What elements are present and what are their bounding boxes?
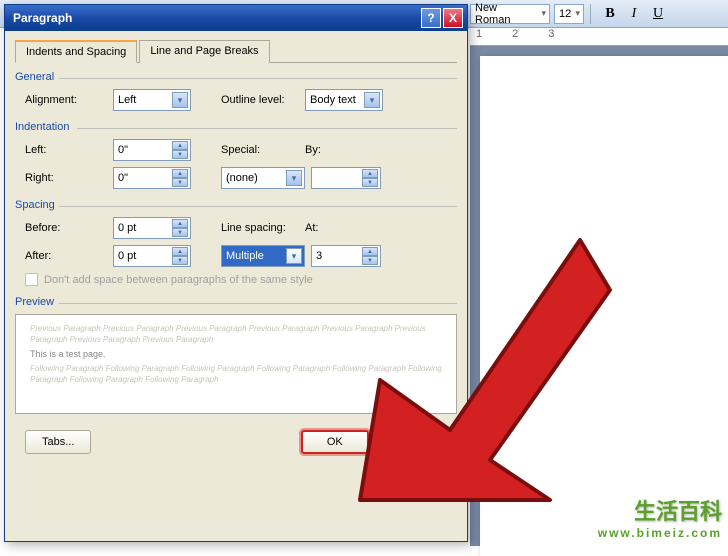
watermark-url: www.bimeiz.com (598, 526, 722, 540)
dialog-titlebar[interactable]: Paragraph ? X (5, 5, 467, 31)
italic-button[interactable]: I (624, 4, 644, 24)
spin-up-icon[interactable]: ▲ (172, 219, 188, 228)
tab-indents-spacing[interactable]: Indents and Spacing (15, 40, 137, 63)
by-spinner[interactable]: ▲▼ (311, 167, 381, 189)
indent-right-label: Right: (25, 172, 113, 184)
tabs-button[interactable]: Tabs... (25, 430, 91, 454)
special-select[interactable]: (none) (221, 167, 305, 189)
special-label: Special: (221, 144, 305, 156)
dropdown-arrow-icon (172, 92, 188, 108)
ruler-mark: 2 (512, 28, 518, 40)
after-label: After: (25, 250, 113, 262)
tab-line-page-breaks[interactable]: Line and Page Breaks (139, 40, 269, 63)
alignment-value: Left (118, 94, 136, 106)
before-label: Before: (25, 222, 113, 234)
after-spinner[interactable]: 0 pt ▲▼ (113, 245, 191, 267)
same-style-checkbox[interactable] (25, 273, 38, 286)
spin-down-icon[interactable]: ▼ (362, 256, 378, 265)
horizontal-ruler: 1 2 3 (470, 28, 728, 46)
alignment-select[interactable]: Left (113, 89, 191, 111)
watermark: 生活百科 www.bimeiz.com (598, 494, 722, 540)
dialog-tabs: Indents and Spacing Line and Page Breaks (15, 39, 457, 63)
same-style-label: Don't add space between paragraphs of th… (44, 274, 313, 286)
indent-left-spinner[interactable]: 0" ▲▼ (113, 139, 191, 161)
preview-sample-text: This is a test page. (30, 349, 442, 359)
underline-button[interactable]: U (648, 4, 668, 24)
at-value: 3 (316, 250, 322, 262)
preview-previous-text: Previous Paragraph Previous Paragraph Pr… (30, 323, 442, 345)
toolbar-separator (590, 4, 594, 24)
cancel-button[interactable]: Cancel (379, 430, 447, 454)
spin-down-icon[interactable]: ▼ (172, 178, 188, 187)
at-spinner[interactable]: 3 ▲▼ (311, 245, 381, 267)
watermark-text: 生活百科 (598, 494, 722, 526)
spin-up-icon[interactable]: ▲ (362, 247, 378, 256)
spin-up-icon[interactable]: ▲ (172, 141, 188, 150)
before-value: 0 pt (118, 222, 136, 234)
spin-down-icon[interactable]: ▼ (172, 228, 188, 237)
line-spacing-value: Multiple (226, 250, 264, 262)
dialog-title: Paragraph (9, 11, 419, 25)
group-indentation: Indentation (15, 121, 457, 133)
group-general: General (15, 71, 457, 83)
font-name-value: New Roman (475, 2, 533, 26)
ruler-mark: 1 (476, 28, 482, 40)
font-size-value: 12 (559, 8, 571, 20)
close-button[interactable]: X (443, 8, 463, 28)
line-spacing-label: Line spacing: (221, 222, 305, 234)
indent-left-label: Left: (25, 144, 113, 156)
document-page[interactable] (480, 56, 728, 556)
font-name-select[interactable]: New Roman (470, 4, 550, 24)
by-label: By: (305, 144, 355, 156)
special-value: (none) (226, 172, 258, 184)
alignment-label: Alignment: (25, 94, 113, 106)
outline-level-select[interactable]: Body text (305, 89, 383, 111)
outline-level-value: Body text (310, 94, 356, 106)
ruler-mark: 3 (548, 28, 554, 40)
preview-following-text: Following Paragraph Following Paragraph … (30, 363, 442, 385)
indent-right-spinner[interactable]: 0" ▲▼ (113, 167, 191, 189)
spin-up-icon[interactable]: ▲ (172, 247, 188, 256)
spin-down-icon[interactable]: ▼ (172, 256, 188, 265)
page-background (470, 46, 728, 546)
line-spacing-select[interactable]: Multiple (221, 245, 305, 267)
group-spacing: Spacing (15, 199, 457, 211)
before-spinner[interactable]: 0 pt ▲▼ (113, 217, 191, 239)
indent-right-value: 0" (118, 172, 128, 184)
dropdown-arrow-icon (286, 248, 302, 264)
at-label: At: (305, 222, 355, 234)
paragraph-dialog: Paragraph ? X Indents and Spacing Line a… (4, 4, 468, 542)
spin-down-icon[interactable]: ▼ (172, 150, 188, 159)
group-preview: Preview (15, 296, 457, 308)
indent-left-value: 0" (118, 144, 128, 156)
ok-button[interactable]: OK (301, 430, 369, 454)
after-value: 0 pt (118, 250, 136, 262)
preview-box: Previous Paragraph Previous Paragraph Pr… (15, 314, 457, 414)
dropdown-arrow-icon (364, 92, 380, 108)
spin-up-icon[interactable]: ▲ (172, 169, 188, 178)
spin-up-icon[interactable]: ▲ (362, 169, 378, 178)
dropdown-arrow-icon (286, 170, 302, 186)
help-button[interactable]: ? (421, 8, 441, 28)
outline-level-label: Outline level: (221, 94, 305, 106)
spin-down-icon[interactable]: ▼ (362, 178, 378, 187)
bold-button[interactable]: B (600, 4, 620, 24)
font-size-select[interactable]: 12 (554, 4, 584, 24)
